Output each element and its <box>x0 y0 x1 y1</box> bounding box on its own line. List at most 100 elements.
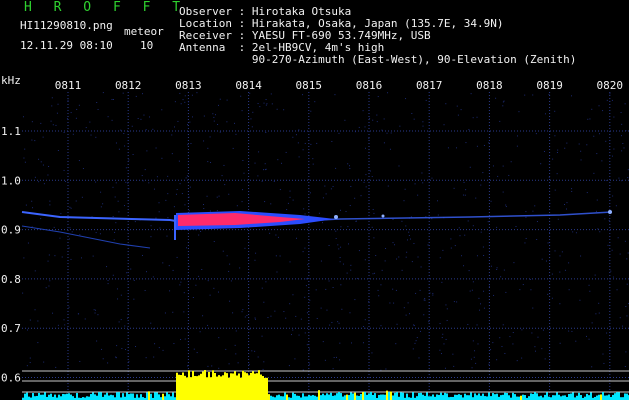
noise-dot <box>625 103 626 104</box>
level-bar <box>518 397 520 400</box>
noise-dot <box>307 264 308 265</box>
noise-dot <box>157 176 158 177</box>
level-bar <box>520 396 522 400</box>
noise-dot <box>258 356 259 357</box>
noise-dot <box>413 348 414 349</box>
noise-dot <box>115 196 116 197</box>
noise-dot <box>566 209 567 210</box>
level-bar <box>564 395 566 400</box>
noise-dot <box>51 105 52 106</box>
noise-dot <box>363 326 364 327</box>
noise-dot <box>459 235 460 236</box>
noise-dot <box>285 318 286 319</box>
level-bar <box>334 395 336 400</box>
noise-dot <box>188 197 189 198</box>
level-bar <box>440 393 442 400</box>
noise-dot <box>255 317 256 318</box>
level-bar <box>210 377 212 400</box>
noise-dot <box>96 232 97 233</box>
noise-dot <box>377 121 378 122</box>
level-bar <box>604 396 606 400</box>
level-bar <box>356 396 358 400</box>
noise-dot <box>272 103 273 104</box>
noise-dot <box>523 284 524 285</box>
noise-dot <box>395 343 396 344</box>
noise-dot <box>429 293 430 294</box>
noise-dot <box>159 202 160 203</box>
level-bar <box>522 395 524 400</box>
noise-dot <box>612 100 613 101</box>
level-bar <box>338 392 340 400</box>
noise-dot <box>262 288 263 289</box>
noise-dot <box>542 259 543 260</box>
noise-dot <box>609 93 610 94</box>
noise-dot <box>620 254 621 255</box>
noise-dot <box>91 135 92 136</box>
noise-dot <box>496 269 497 270</box>
noise-dot <box>169 290 170 291</box>
time-tick-label: 0819 <box>536 79 563 92</box>
noise-dot <box>138 118 139 119</box>
noise-dot <box>347 273 348 274</box>
noise-dot <box>333 368 334 369</box>
noise-dot <box>359 250 360 251</box>
noise-dot <box>306 285 307 286</box>
level-bar <box>256 373 258 400</box>
noise-dot <box>477 117 478 118</box>
noise-dot <box>621 180 622 181</box>
noise-dot <box>441 353 442 354</box>
level-bar <box>242 371 244 400</box>
noise-dot <box>368 301 369 302</box>
level-bar <box>602 392 604 400</box>
noise-dot <box>455 245 456 246</box>
noise-dot <box>339 343 340 344</box>
noise-dot <box>423 314 424 315</box>
noise-dot <box>608 245 609 246</box>
noise-dot <box>593 136 594 137</box>
noise-dot <box>276 271 277 272</box>
noise-dot <box>195 285 196 286</box>
noise-dot <box>192 116 193 117</box>
noise-dot <box>101 206 102 207</box>
level-bar <box>252 371 254 400</box>
noise-dot <box>304 297 305 298</box>
noise-dot <box>31 201 32 202</box>
level-bar <box>394 393 396 400</box>
level-bar <box>320 395 322 400</box>
noise-dot <box>599 105 600 106</box>
noise-dot <box>337 321 338 322</box>
noise-dot <box>625 130 626 131</box>
noise-dot <box>271 93 272 94</box>
noise-dot <box>187 175 188 176</box>
noise-dot <box>235 345 236 346</box>
noise-dot <box>116 182 117 183</box>
noise-dot <box>23 158 24 159</box>
noise-dot <box>557 150 558 151</box>
level-bar <box>54 395 56 400</box>
level-bar <box>234 371 236 400</box>
noise-dot <box>59 238 60 239</box>
level-bar <box>446 393 448 400</box>
noise-dot <box>183 311 184 312</box>
noise-dot <box>571 191 572 192</box>
level-bar <box>280 396 282 400</box>
noise-dot <box>334 357 335 358</box>
level-bar <box>148 391 150 400</box>
level-bar <box>100 392 102 400</box>
noise-dot <box>67 294 68 295</box>
noise-dot <box>148 182 149 183</box>
level-bar <box>600 394 602 400</box>
noise-dot <box>580 151 581 152</box>
noise-dot <box>146 271 147 272</box>
level-bar <box>200 374 202 400</box>
level-bar <box>90 394 92 400</box>
level-bar <box>558 395 560 400</box>
noise-dot <box>149 116 150 117</box>
noise-dot <box>552 159 553 160</box>
noise-dot <box>40 123 41 124</box>
noise-dot <box>186 247 187 248</box>
level-bar <box>456 395 458 400</box>
noise-dot <box>547 294 548 295</box>
time-tick-label: 0817 <box>416 79 443 92</box>
noise-dot <box>365 328 366 329</box>
